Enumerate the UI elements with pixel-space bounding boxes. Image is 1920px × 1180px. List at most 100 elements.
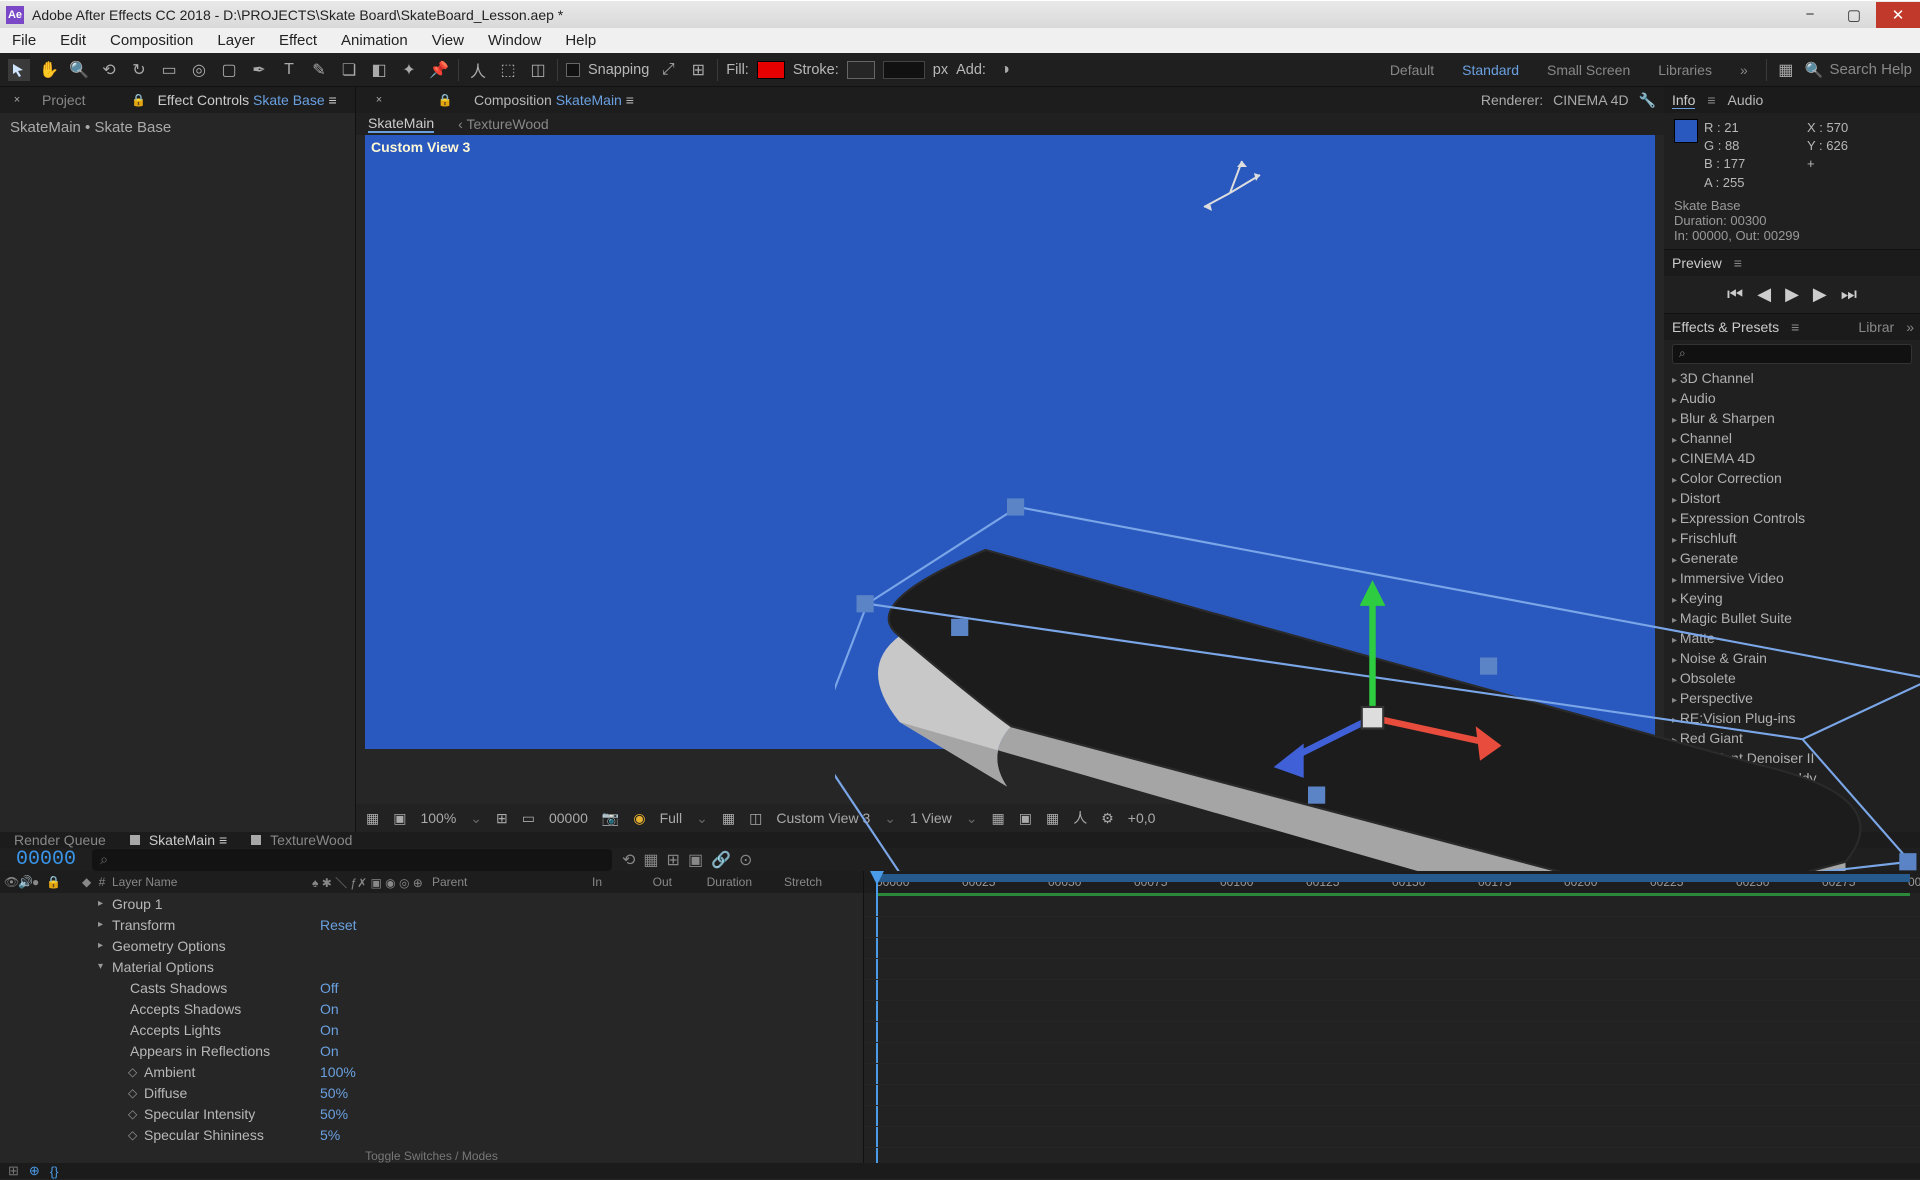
composition-tab[interactable]: Composition SkateMain ≡ [474,92,634,108]
comp-tab-skatemain[interactable]: SkateMain [368,115,434,133]
workspace-default[interactable]: Default [1380,62,1444,78]
stroke-width-field[interactable] [883,61,925,79]
toggle-switches-button[interactable]: Toggle Switches / Modes [0,1145,863,1163]
col-solo-icon[interactable]: ● [32,875,42,889]
lock-icon[interactable]: 🔒 [128,89,150,111]
tab-texturewood[interactable]: TextureWood [251,832,352,848]
info-tab[interactable]: Info [1672,92,1695,109]
effect-controls-tab[interactable]: Effect Controls Skate Base ≡ [158,92,337,108]
vb-icon3[interactable]: ▦ [1046,810,1059,827]
effect-category[interactable]: Red Giant MisFire [1664,788,1920,808]
roto-tool-icon[interactable]: ✦ [398,59,420,81]
col-layername[interactable]: Layer Name [112,875,312,889]
effect-category[interactable]: Perspective [1664,688,1920,708]
camera-tool-icon[interactable]: ▭ [158,59,180,81]
col-label-icon[interactable]: ◆ [82,875,92,889]
current-time-field[interactable]: 00000 [0,848,92,871]
effect-category[interactable]: RG Trapcode [1664,808,1920,828]
tl-icon-5[interactable]: 🔗 [711,850,731,870]
effect-category[interactable]: Obsolete [1664,668,1920,688]
grid-icon[interactable]: ▦ [722,810,735,827]
view-dropdown[interactable]: Custom View 3 [776,810,870,826]
clone-tool-icon[interactable]: ❏ [338,59,360,81]
menu-window[interactable]: Window [476,28,553,53]
preview-tab[interactable]: Preview [1672,255,1722,271]
search-help-field[interactable]: Search Help [1829,61,1912,78]
effect-category[interactable]: Red Giant Denoiser II [1664,748,1920,768]
property-row[interactable]: ◇Ambient100% [0,1061,863,1082]
alpha-icon[interactable]: ▦ [366,810,379,827]
zoom-tool-icon[interactable]: 🔍 [68,59,90,81]
menu-file[interactable]: File [0,28,48,53]
tab-render-queue[interactable]: Render Queue [14,832,106,848]
orbit-tool-icon[interactable]: ⟲ [98,59,120,81]
composition-viewport[interactable]: Custom View 3 [356,135,1664,804]
snapshot-icon[interactable]: 📷 [602,810,619,827]
menu-animation[interactable]: Animation [329,28,420,53]
effect-category[interactable]: Red Giant [1664,728,1920,748]
pan-behind-tool-icon[interactable]: ◎ [188,59,210,81]
col-vis-icon[interactable]: 👁 [4,875,14,889]
tl-icon-4[interactable]: ▣ [688,850,703,870]
eraser-tool-icon[interactable]: ◧ [368,59,390,81]
effect-category[interactable]: Generate [1664,548,1920,568]
property-row[interactable]: Accepts LightsOn [0,1019,863,1040]
effects-search-field[interactable]: ⌕ [1672,344,1912,364]
snap-opt1-icon[interactable]: ⤢ [657,59,679,81]
effect-category[interactable]: Distort [1664,488,1920,508]
channels-icon[interactable]: ◉ [633,810,645,827]
prev-frame-icon[interactable]: ◀ [1757,284,1771,305]
tlfoot-icon[interactable]: ⊞ [8,1163,19,1179]
property-row[interactable]: ▸TransformReset [0,914,863,935]
vb-icon4[interactable]: 人 [1073,808,1087,828]
timeline-tracks[interactable]: 0000000025000500007500100001250015000175… [864,871,1920,1163]
effect-category[interactable]: RE:Vision Plug-ins [1664,708,1920,728]
resolution-dropdown[interactable]: Full [660,810,683,826]
col-lock-icon[interactable]: 🔒 [46,875,56,889]
effect-category[interactable]: Blur & Sharpen [1664,408,1920,428]
snapping-checkbox[interactable] [566,63,580,77]
timeline-search-field[interactable]: ⌕ [92,849,612,871]
property-row[interactable]: ◇Specular Intensity50% [0,1103,863,1124]
comp-tab-texturewood[interactable]: ‹ TextureWood [458,116,549,132]
property-row[interactable]: ◇Diffuse50% [0,1082,863,1103]
toolbar-icon1[interactable]: ▦ [1775,59,1797,81]
workspace-libraries[interactable]: Libraries [1648,62,1722,78]
effect-category[interactable]: Matte [1664,628,1920,648]
first-frame-icon[interactable]: ⏮ [1727,284,1743,305]
renderer-value[interactable]: CINEMA 4D [1553,92,1628,109]
resolution-icon[interactable]: ⊞ [496,810,508,827]
effects-presets-tab[interactable]: Effects & Presets [1672,319,1779,335]
project-tab[interactable]: Project [36,89,92,111]
col-dur[interactable]: Duration [672,875,752,889]
property-row[interactable]: ▸Group 1 [0,893,863,914]
menu-help[interactable]: Help [553,28,608,53]
axis-view-icon[interactable]: ◫ [527,59,549,81]
rotate-tool-icon[interactable]: ↻ [128,59,150,81]
effect-category[interactable]: Magic Bullet Suite [1664,608,1920,628]
type-tool-icon[interactable]: T [278,59,300,81]
tlfoot-icon[interactable]: ⊕ [29,1163,40,1179]
fill-swatch[interactable] [757,61,785,79]
effect-category[interactable]: Expression Controls [1664,508,1920,528]
add-dropdown-icon[interactable]: ◑ [994,59,1016,81]
stroke-swatch[interactable] [847,61,875,79]
mask-icon[interactable]: ◫ [749,810,762,827]
hand-tool-icon[interactable]: ✋ [38,59,60,81]
panel-close-icon[interactable]: × [6,89,28,111]
tab-skatemain[interactable]: SkateMain ≡ [130,832,227,848]
property-row[interactable]: Casts ShadowsOff [0,977,863,998]
col-parent[interactable]: Parent [432,875,532,889]
col-stretch[interactable]: Stretch [752,875,822,889]
property-row[interactable]: Appears in ReflectionsOn [0,1040,863,1061]
workspace-small[interactable]: Small Screen [1537,62,1640,78]
vb-icon5[interactable]: ⚙ [1101,810,1114,827]
effects-list[interactable]: 3D Channel Audio Blur & Sharpen Channel … [1664,368,1920,832]
panel-close-icon[interactable]: × [368,89,390,111]
menu-effect[interactable]: Effect [267,28,329,53]
time-display[interactable]: 00000 [549,810,588,826]
workspace-more-icon[interactable]: » [1730,62,1758,78]
rect-tool-icon[interactable]: ▢ [218,59,240,81]
exposure-value[interactable]: +0,0 [1128,810,1156,826]
effect-category[interactable]: Channel [1664,428,1920,448]
